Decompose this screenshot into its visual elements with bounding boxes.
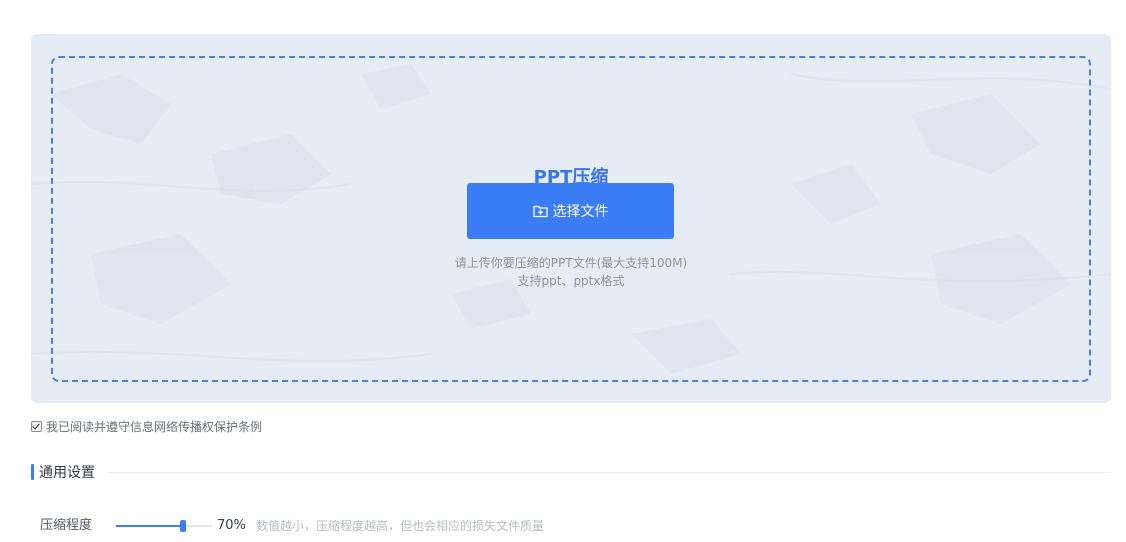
agreement-row[interactable]: 我已阅读并遵守信息网络传播权保护条例 [31,418,262,435]
file-drop-zone[interactable]: PPT压缩 选择文件 请上传你要压缩的PPT文件(最大支持100M) 支持ppt… [51,56,1091,382]
compression-setting-row: 压缩程度 70% 数值越小，压缩程度越高，但也会相应的损失文件质量 [40,516,940,536]
upload-panel: PPT压缩 选择文件 请上传你要压缩的PPT文件(最大支持100M) 支持ppt… [31,34,1111,403]
compression-slider[interactable] [116,520,212,532]
section-divider [107,471,1111,473]
upload-size-hint: 请上传你要压缩的PPT文件(最大支持100M) [454,256,688,270]
folder-upload-icon [532,205,548,218]
section-title: 通用设置 [39,465,95,481]
slider-thumb[interactable] [180,520,187,532]
agreement-checkbox[interactable] [31,421,42,432]
agreement-label: 我已阅读并遵守信息网络传播权保护条例 [46,420,263,434]
compression-value: 70% [217,518,246,533]
upload-format-hint: 支持ppt、pptx格式 [517,274,625,288]
compression-label: 压缩程度 [40,518,93,533]
slider-fill [116,525,184,527]
select-file-button[interactable]: 选择文件 [467,183,674,239]
section-accent-bar [31,464,34,480]
select-file-label: 选择文件 [552,204,609,220]
compression-hint: 数值越小，压缩程度越高，但也会相应的损失文件质量 [256,519,545,533]
general-settings-header: 通用设置 [31,463,1111,481]
